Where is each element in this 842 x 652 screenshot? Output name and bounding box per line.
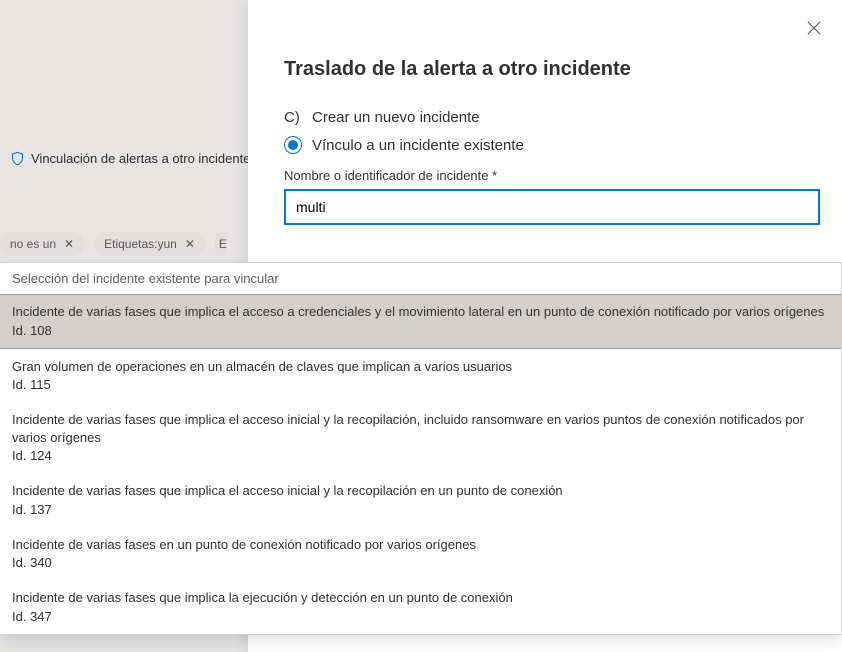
incident-option[interactable]: Incidente de varias fases que implica el… (0, 473, 841, 527)
incident-autocomplete-dropdown: Selección del incidente existente para v… (0, 262, 842, 635)
incident-option[interactable]: Incidente de varias fases que implica el… (0, 402, 841, 473)
filter-chip: Etiquetas:yun ✕ (94, 232, 205, 256)
chip-label: Etiquetas:yun (104, 237, 177, 251)
option-create-incident[interactable]: C) Crear un nuevo incidente (284, 109, 806, 126)
close-icon: ✕ (185, 237, 195, 251)
close-icon (807, 21, 821, 35)
incident-option-title: Incidente de varias fases que implica el… (12, 482, 829, 500)
filter-chip: no es un ✕ (0, 232, 84, 256)
incident-option-title: Gran volumen de operaciones en un almacé… (12, 358, 829, 376)
option-label: Vínculo a un incidente existente (312, 137, 524, 154)
shield-icon (10, 151, 25, 166)
bg-link-alerts: Vinculación de alertas a otro incidente (10, 151, 250, 166)
close-button[interactable] (804, 18, 824, 38)
incident-option-title: Incidente de varias fases que implica el… (12, 303, 829, 321)
bg-link-text: Vinculación de alertas a otro incidente (31, 151, 250, 166)
option-label: Crear un nuevo incidente (312, 109, 480, 126)
incident-option[interactable]: Incidente de varias fases que implica el… (0, 294, 841, 349)
panel-title: Traslado de la alerta a otro incidente (284, 58, 806, 81)
incident-option-id: Id. 347 (12, 609, 829, 624)
dropdown-header: Selección del incidente existente para v… (0, 263, 841, 294)
chip-label: no es un (10, 237, 56, 251)
incident-option-id: Id. 124 (12, 448, 829, 463)
close-icon: ✕ (64, 237, 74, 251)
incident-option-id: Id. 137 (12, 502, 829, 517)
option-link-incident[interactable]: Vínculo a un incidente existente (284, 136, 806, 154)
incident-option[interactable]: Incidente de varias fases en un punto de… (0, 527, 841, 581)
option-prefix: C) (284, 109, 302, 126)
incident-option[interactable]: Incidente de varias fases que implica la… (0, 580, 841, 634)
incident-option-title: Incidente de varias fases que implica el… (12, 411, 829, 446)
incident-option-title: Incidente de varias fases en un punto de… (12, 536, 829, 554)
incident-option[interactable]: Gran volumen de operaciones en un almacé… (0, 349, 841, 403)
filter-chip: E (215, 232, 227, 256)
incident-id-label: Nombre o identificador de incidente * (284, 168, 806, 183)
incident-id-input[interactable] (284, 189, 820, 225)
radio-selected-icon (284, 136, 302, 154)
incident-option-title: Incidente de varias fases que implica la… (12, 589, 829, 607)
incident-option-id: Id. 115 (12, 377, 829, 392)
incident-option-id: Id. 340 (12, 555, 829, 570)
incident-option-id: Id. 108 (12, 323, 829, 338)
